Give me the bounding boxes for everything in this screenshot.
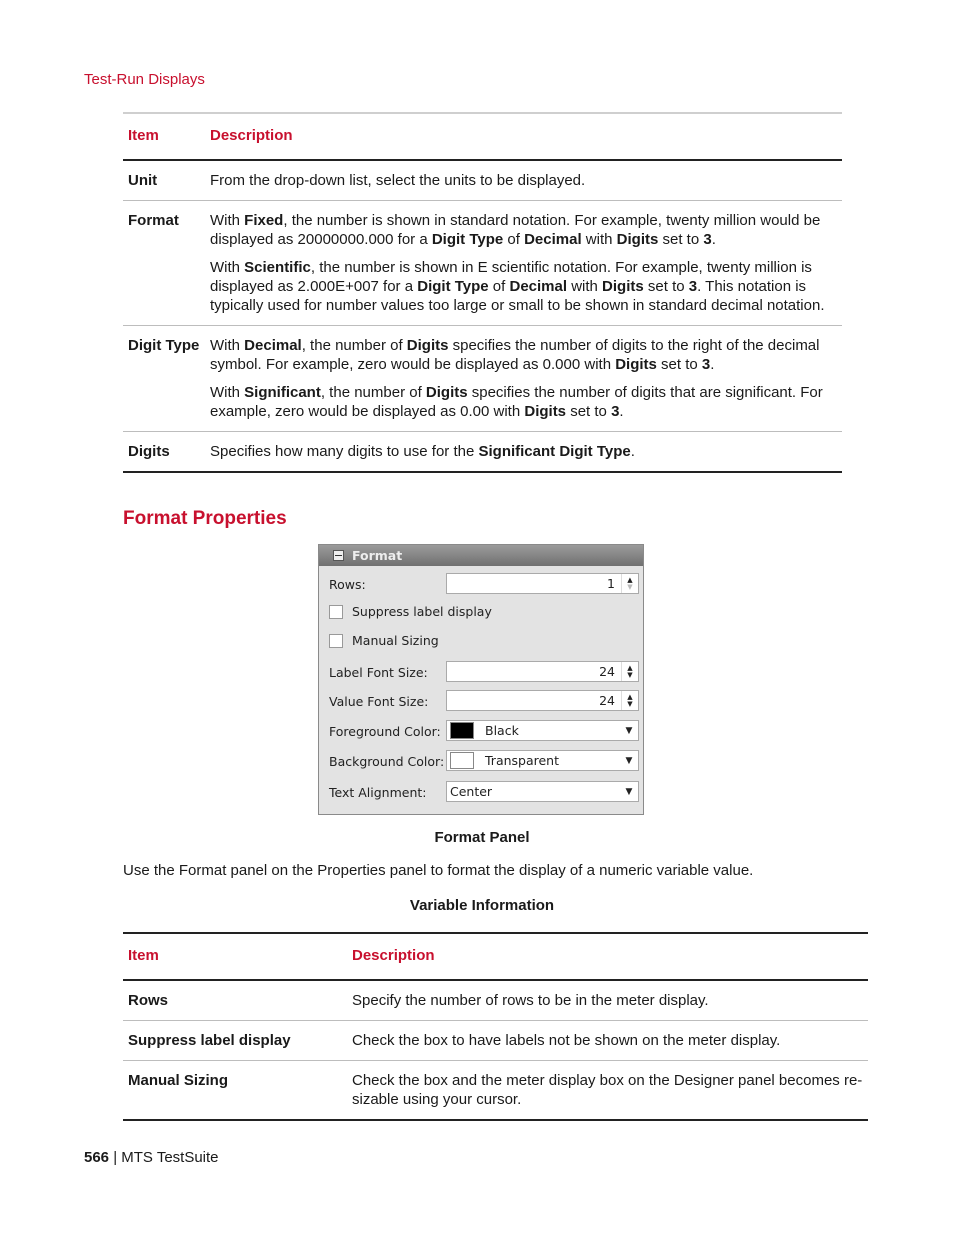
value-font-value: 24 xyxy=(599,693,615,708)
table-caption: Variable Information xyxy=(409,897,555,914)
panel-header[interactable]: Format xyxy=(319,545,643,566)
background-label: Background Color: xyxy=(329,753,445,769)
row-item: Unit xyxy=(128,172,158,189)
down-arrow-icon[interactable]: ▼ xyxy=(627,671,632,679)
manual-sizing-label: Manual Sizing xyxy=(352,633,439,648)
document-page: Test-Run Displays Item Description Unit F… xyxy=(0,0,954,1235)
running-head: Test-Run Displays xyxy=(84,71,205,88)
rows-stepper[interactable]: 1 ▲ ▼ xyxy=(446,573,639,594)
spin-buttons[interactable]: ▲ ▼ xyxy=(621,662,638,681)
table-row: Rows Specify the number of rows to be in … xyxy=(123,980,868,1021)
down-arrow-icon[interactable]: ▼ xyxy=(627,583,632,591)
foreground-value: Black xyxy=(485,723,519,738)
background-row: Background Color: Transparent ▼ xyxy=(329,749,639,773)
table-row: Digit Type With Decimal, the number of Di… xyxy=(123,326,842,432)
label-font-value: 24 xyxy=(599,664,615,679)
row-description: Specify the number of rows to be in the … xyxy=(352,992,709,1009)
manual-sizing-checkbox[interactable] xyxy=(329,633,343,648)
panel-title: Format xyxy=(352,548,403,563)
collapse-icon[interactable] xyxy=(333,550,344,561)
dropdown-arrow-icon[interactable]: ▼ xyxy=(620,756,638,766)
background-color-dropdown[interactable]: Transparent ▼ xyxy=(446,750,639,771)
suppress-checkbox[interactable] xyxy=(329,604,343,619)
rows-label: Rows: xyxy=(329,576,366,592)
section-title: Format Properties xyxy=(123,508,287,529)
page-footer: 566 | MTS TestSuite xyxy=(84,1149,219,1166)
table-row: Format With Fixed, the number is shown in… xyxy=(123,201,842,326)
figure-caption: Format Panel xyxy=(434,829,530,846)
table-row: Unit From the drop-down list, select the … xyxy=(123,160,842,201)
format-panel: Format Rows: 1 ▲ ▼ Suppress label display… xyxy=(318,544,644,815)
row-description: Check the box to have labels not be show… xyxy=(352,1032,781,1049)
down-arrow-icon[interactable]: ▼ xyxy=(627,700,632,708)
table-row: Manual Sizing Check the box and the meter… xyxy=(123,1061,868,1120)
footer-title: MTS TestSuite xyxy=(121,1149,219,1166)
row-item: Digit Type xyxy=(128,337,200,354)
label-font-label: Label Font Size: xyxy=(329,664,428,680)
row-item: Suppress label display xyxy=(128,1032,291,1049)
rows-row: Rows: 1 ▲ ▼ xyxy=(329,572,639,596)
manual-row[interactable]: Manual Sizing xyxy=(329,633,639,648)
background-value: Transparent xyxy=(485,753,560,768)
table-row: Suppress label display Check the box to h… xyxy=(123,1021,868,1061)
header-description: Description xyxy=(352,947,435,964)
alignment-value: Center xyxy=(450,784,493,799)
rows-value: 1 xyxy=(607,576,615,591)
body-paragraph: Use the Format panel on the Properties p… xyxy=(123,862,754,879)
value-font-row: Value Font Size: 24 ▲ ▼ xyxy=(329,689,639,713)
footer-separator: | xyxy=(109,1149,122,1166)
header-item: Item xyxy=(128,127,159,144)
value-font-stepper[interactable]: 24 ▲ ▼ xyxy=(446,690,639,711)
properties-table: Item Description Unit From the drop-down … xyxy=(123,112,842,473)
row-item: Manual Sizing xyxy=(128,1072,229,1089)
spin-buttons[interactable]: ▲ ▼ xyxy=(621,574,638,593)
row-description: With Decimal, the number of Digits speci… xyxy=(210,337,823,420)
row-item: Rows xyxy=(128,992,169,1009)
alignment-row: Text Alignment: Center ▼ xyxy=(329,780,639,804)
row-description: From the drop-down list, select the unit… xyxy=(210,172,586,189)
header-item: Item xyxy=(128,947,159,964)
page-number: 566 xyxy=(84,1149,110,1166)
color-swatch xyxy=(450,722,474,739)
row-item: Format xyxy=(128,212,179,229)
row-description: Check the box and the meter display box … xyxy=(352,1072,863,1108)
suppress-row[interactable]: Suppress label display xyxy=(329,604,639,619)
value-font-label: Value Font Size: xyxy=(329,693,429,709)
table-row: Digits Specifies how many digits to use f… xyxy=(123,432,842,472)
foreground-label: Foreground Color: xyxy=(329,723,441,739)
foreground-row: Foreground Color: Black ▼ xyxy=(329,719,639,743)
spin-buttons[interactable]: ▲ ▼ xyxy=(621,691,638,710)
header-description: Description xyxy=(210,127,293,144)
alignment-label: Text Alignment: xyxy=(329,784,427,800)
color-swatch xyxy=(450,752,474,769)
suppress-label: Suppress label display xyxy=(352,604,492,619)
row-description: With Fixed, the number is shown in stand… xyxy=(210,212,825,314)
dropdown-arrow-icon[interactable]: ▼ xyxy=(620,726,638,736)
foreground-color-dropdown[interactable]: Black ▼ xyxy=(446,720,639,741)
label-font-stepper[interactable]: 24 ▲ ▼ xyxy=(446,661,639,682)
variable-info-table: Item Description Rows Specify the number … xyxy=(123,932,868,1121)
text-alignment-dropdown[interactable]: Center ▼ xyxy=(446,781,639,802)
row-description: Specifies how many digits to use for the… xyxy=(210,443,635,460)
row-item: Digits xyxy=(128,443,170,460)
dropdown-arrow-icon[interactable]: ▼ xyxy=(620,787,638,797)
label-font-row: Label Font Size: 24 ▲ ▼ xyxy=(329,660,639,684)
